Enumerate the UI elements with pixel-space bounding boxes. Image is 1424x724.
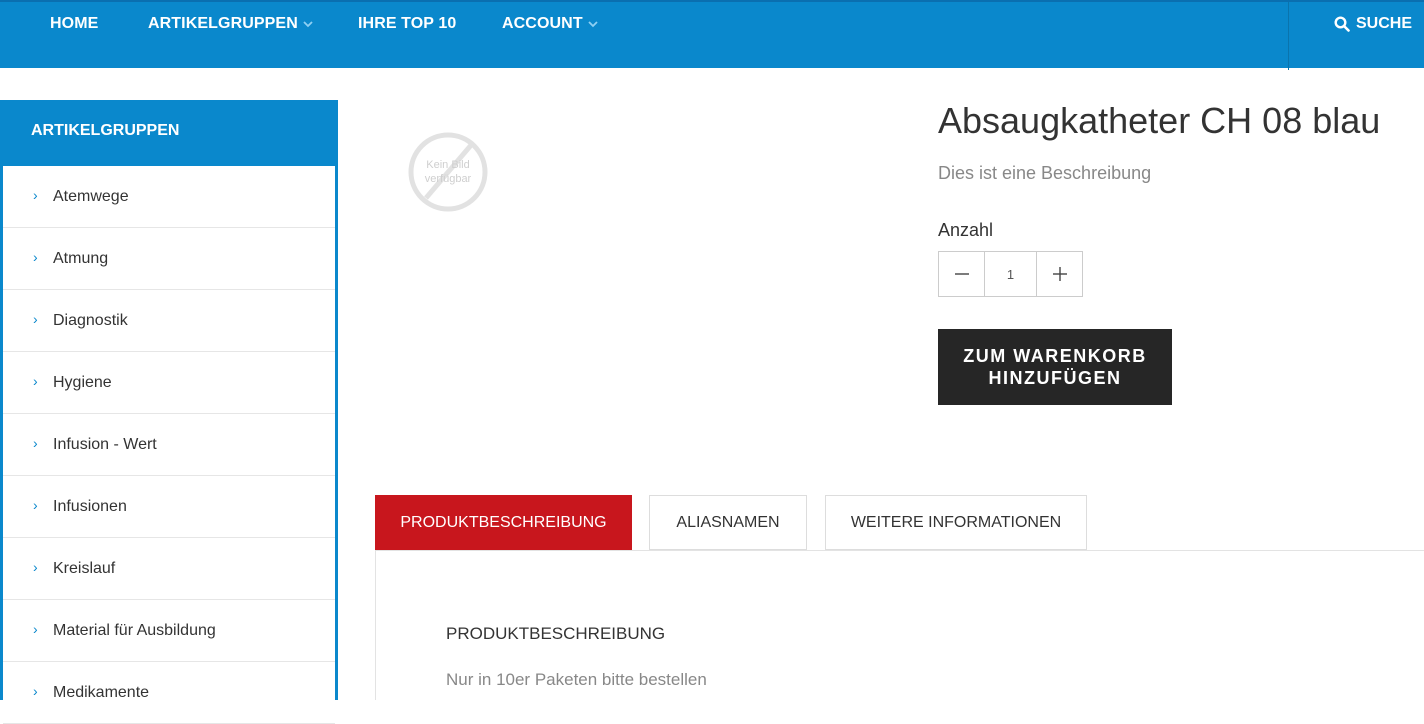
chevron-right-icon: › [33,435,38,451]
quantity-stepper: 1 [938,251,1083,297]
sidebar-item-hygiene[interactable]: › Hygiene [3,352,335,414]
nav-home-link[interactable]: HOME [50,15,98,33]
sidebar-title: ARTIKELGRUPPEN [0,100,338,166]
chevron-right-icon: › [33,621,38,637]
minus-icon [954,273,969,275]
product-title: Absaugkatheter CH 08 blau [938,100,1381,141]
nav-artikelgruppen-label: ARTIKELGRUPPEN [148,15,298,32]
product-tabs: PRODUKTBESCHREIBUNG ALIASNAMEN WEITERE I… [375,495,1424,700]
add-to-cart-label-line1: ZUM WARENKORB [963,346,1147,366]
no-image-icon: Kein Bild verfügbar [408,132,488,212]
tab-panel: PRODUKTBESCHREIBUNG Nur in 10er Paketen … [375,550,1424,700]
tab-weitere-informationen[interactable]: WEITERE INFORMATIONEN [825,495,1087,550]
category-sidebar: ARTIKELGRUPPEN › Atemwege › Atmung › Diagno… [0,100,338,724]
sidebar-item-label: Diagnostik [53,311,128,329]
search-label: SUCHE [1356,15,1413,32]
sidebar-item-diagnostik[interactable]: › Diagnostik [3,290,335,352]
tab-produktbeschreibung[interactable]: PRODUKTBESCHREIBUNG [375,495,632,550]
sidebar-item-label: Infusion - Wert [53,435,157,453]
plus-icon [1052,267,1067,281]
sidebar-item-material-ausbildung[interactable]: › Material für Ausbildung [3,600,335,662]
no-image-text-line2: verfügbar [425,173,472,185]
nav-top10-label: IHRE TOP 10 [358,15,457,32]
chevron-right-icon: › [33,311,38,327]
chevron-down-icon [303,21,313,28]
quantity-decrement-button[interactable] [939,252,984,296]
add-to-cart-label-line2: HINZUFÜGEN [988,368,1122,388]
panel-text: Nur in 10er Paketen bitte bestellen [446,670,707,689]
chevron-right-icon: › [33,373,38,389]
sidebar-item-label: Kreislauf [53,559,116,577]
chevron-down-icon [588,21,598,28]
sidebar-item-label: Atmung [53,249,109,267]
no-image-text-line1: Kein Bild [426,159,469,171]
quantity-label: Anzahl [938,220,994,240]
category-list: › Atemwege › Atmung › Diagnostik › Hygiene ›… [3,166,335,724]
sidebar-item-label: Material für Ausbildung [53,621,216,639]
sidebar-item-label: Atemwege [53,187,129,205]
sidebar-item-kreislauf[interactable]: › Kreislauf [3,538,335,600]
sidebar-item-label: Infusionen [53,497,127,515]
sidebar-item-label: Hygiene [53,373,112,391]
no-image-placeholder: Kein Bild verfügbar [406,130,490,214]
product-description: Dies ist eine Beschreibung [938,163,1152,183]
chevron-right-icon: › [33,187,38,203]
chevron-right-icon: › [33,559,38,575]
sidebar-item-infusionen[interactable]: › Infusionen [3,476,335,538]
nav-account-label: ACCOUNT [502,15,583,32]
search-icon [1334,16,1350,32]
nav-home-label: HOME [50,15,99,32]
chevron-right-icon: › [33,497,38,513]
top-navigation-bar: HOME ARTIKELGRUPPEN IHRE TOP 10 ACCOUNT … [0,0,1424,70]
nav-account-link[interactable]: ACCOUNT [502,15,599,33]
chevron-right-icon: › [33,683,38,699]
tab-aliasnamen[interactable]: ALIASNAMEN [649,495,807,550]
nav-top10-link[interactable]: IHRE TOP 10 [358,15,456,33]
sidebar-item-label: Medikamente [53,683,150,701]
quantity-input[interactable]: 1 [984,252,1037,296]
nav-artikelgruppen-link[interactable]: ARTIKELGRUPPEN [148,15,314,33]
panel-title: PRODUKTBESCHREIBUNG [446,624,666,643]
sidebar-item-infusion-wert[interactable]: › Infusion - Wert [3,414,335,476]
sidebar-item-atemwege[interactable]: › Atemwege [3,166,335,228]
search-divider [1288,2,1289,70]
quantity-increment-button[interactable] [1037,252,1082,296]
add-to-cart-button[interactable]: ZUM WARENKORB HINZUFÜGEN [938,329,1172,405]
sidebar-item-atmung[interactable]: › Atmung [3,228,335,290]
chevron-right-icon: › [33,249,38,265]
sidebar-item-medikamente[interactable]: › Medikamente [3,662,335,724]
search-button[interactable]: SUCHE [1334,15,1412,33]
